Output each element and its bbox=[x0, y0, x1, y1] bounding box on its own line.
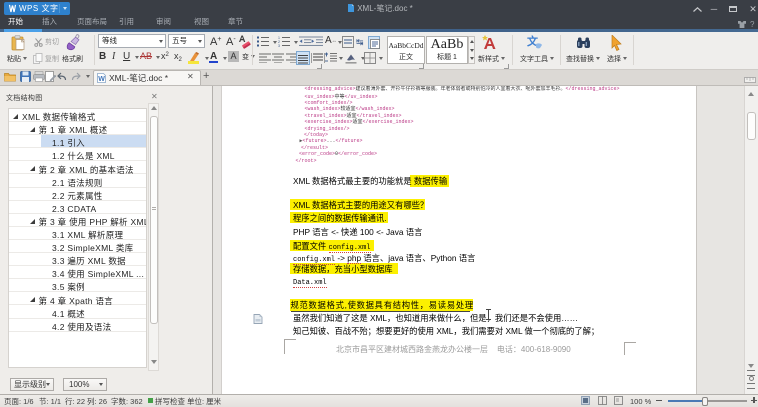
svg-text:W: W bbox=[98, 76, 105, 83]
svg-text:3: 3 bbox=[278, 44, 280, 47]
